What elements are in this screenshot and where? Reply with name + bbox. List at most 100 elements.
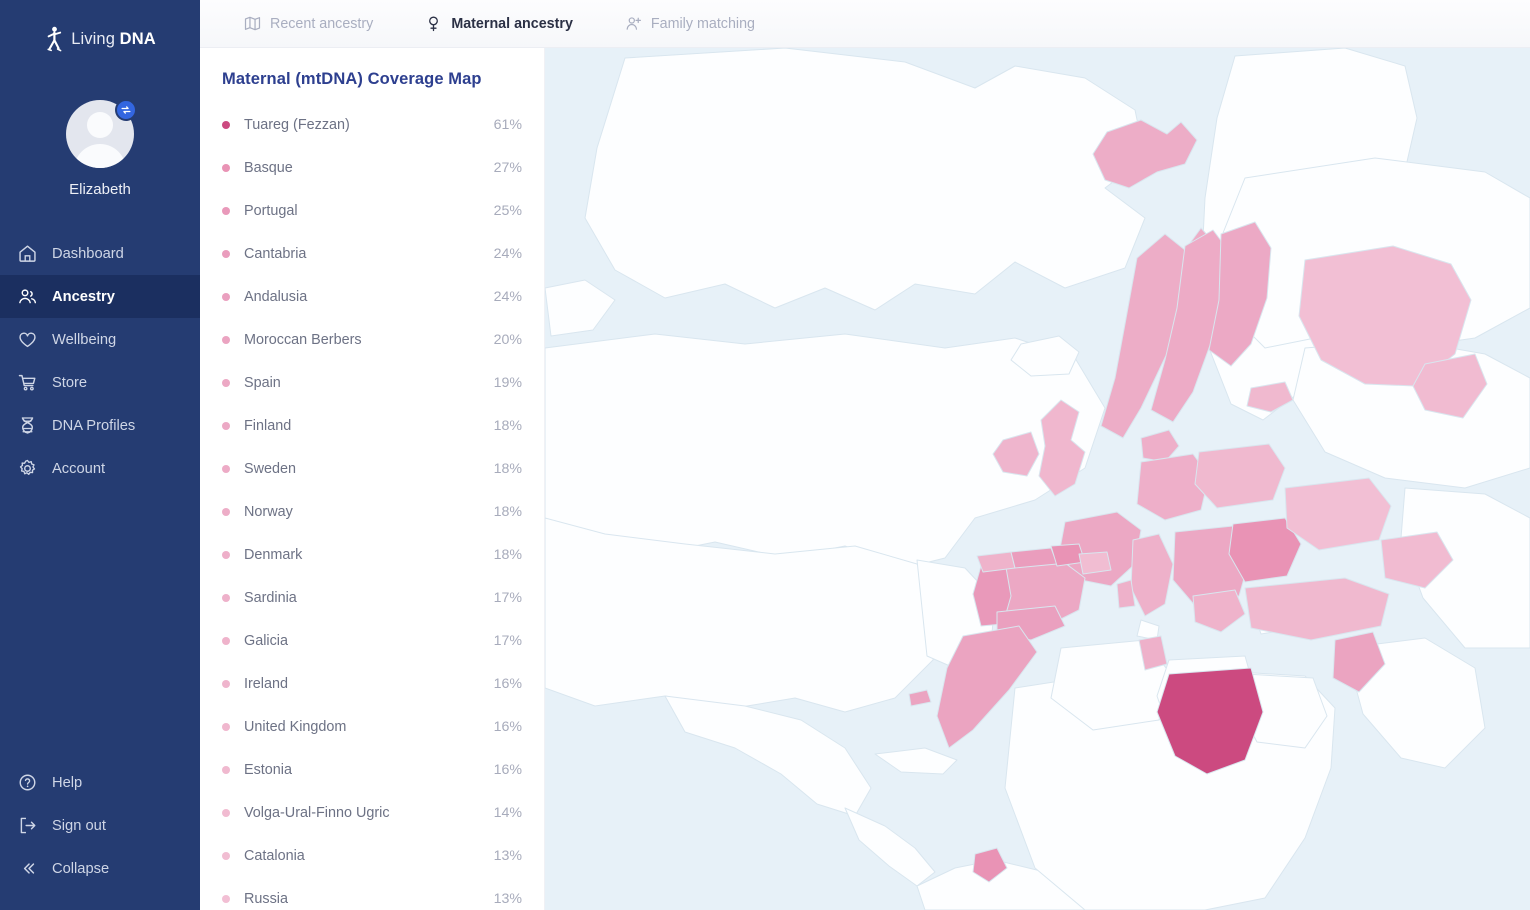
region-percent: 19% bbox=[493, 374, 522, 391]
sidebar-nav: Dashboard Ancestry Wellbeing Store DNA P… bbox=[0, 232, 200, 490]
coverage-row[interactable]: Russia 13% bbox=[222, 877, 522, 910]
region-percent: 20% bbox=[493, 331, 522, 348]
region-color-dot bbox=[222, 249, 230, 258]
coverage-row[interactable]: Ireland 16% bbox=[222, 662, 522, 705]
coverage-row[interactable]: Finland 18% bbox=[222, 404, 522, 447]
map-region-galicia[interactable] bbox=[976, 551, 1016, 573]
map-region-catalonia[interactable] bbox=[1078, 551, 1112, 575]
region-percent: 25% bbox=[493, 202, 522, 219]
sign-out-icon bbox=[20, 817, 36, 834]
region-color-dot bbox=[222, 378, 230, 387]
coverage-row[interactable]: Volga-Ural-Finno Ugric 14% bbox=[222, 791, 522, 834]
coverage-row[interactable]: Tuareg (Fezzan) 61% bbox=[222, 103, 522, 146]
region-color-dot bbox=[222, 851, 230, 860]
tab-recent-ancestry[interactable]: Recent ancestry bbox=[218, 0, 399, 48]
coverage-row[interactable]: Sweden 18% bbox=[222, 447, 522, 490]
sidebar-item-dashboard[interactable]: Dashboard bbox=[0, 232, 200, 275]
tab-family-matching[interactable]: Family matching bbox=[599, 0, 781, 48]
app-root: Living DNA Elizabeth Dashboard Ancestry … bbox=[0, 0, 1530, 910]
region-label: Russia bbox=[244, 890, 288, 907]
map-icon bbox=[244, 16, 261, 31]
sidebar-item-account[interactable]: Account bbox=[0, 447, 200, 490]
region-label: Volga-Ural-Finno Ugric bbox=[244, 804, 390, 821]
region-percent: 24% bbox=[493, 245, 522, 262]
content-area: Maternal (mtDNA) Coverage Map Tuareg (Fe… bbox=[200, 48, 1530, 910]
region-color-dot bbox=[222, 421, 230, 430]
sidebar-item-help[interactable]: Help bbox=[0, 761, 200, 804]
profile-block: Elizabeth bbox=[0, 99, 200, 198]
region-color-dot bbox=[222, 679, 230, 688]
coverage-row[interactable]: Portugal 25% bbox=[222, 189, 522, 232]
region-label: Sweden bbox=[244, 460, 297, 477]
page-title: Maternal (mtDNA) Coverage Map bbox=[222, 70, 482, 88]
coverage-row[interactable]: Andalusia 24% bbox=[222, 275, 522, 318]
home-icon bbox=[19, 245, 36, 262]
region-percent: 13% bbox=[493, 890, 522, 907]
sidebar-item-label: Account bbox=[52, 460, 106, 477]
coverage-row[interactable]: Norway 18% bbox=[222, 490, 522, 533]
map-region-poland-baltics[interactable] bbox=[1194, 443, 1286, 509]
sidebar-item-collapse[interactable]: Collapse bbox=[0, 847, 200, 890]
coverage-row[interactable]: Denmark 18% bbox=[222, 533, 522, 576]
sidebar-item-label: Store bbox=[52, 374, 88, 391]
avatar[interactable] bbox=[66, 99, 137, 168]
coverage-row[interactable]: Spain 19% bbox=[222, 361, 522, 404]
tab-label: Recent ancestry bbox=[270, 15, 374, 32]
coverage-row[interactable]: Estonia 16% bbox=[222, 748, 522, 791]
region-label: Finland bbox=[244, 417, 292, 434]
region-label: Estonia bbox=[244, 761, 292, 778]
tab-maternal-ancestry[interactable]: Maternal ancestry bbox=[399, 0, 599, 48]
sidebar-item-wellbeing[interactable]: Wellbeing bbox=[0, 318, 200, 361]
region-label: Ireland bbox=[244, 675, 289, 692]
map-region-canada-arctic bbox=[584, 48, 1146, 311]
region-label: Sardinia bbox=[244, 589, 297, 606]
sidebar-item-dna-profiles[interactable]: DNA Profiles bbox=[0, 404, 200, 447]
region-color-dot bbox=[222, 894, 230, 903]
region-color-dot bbox=[222, 464, 230, 473]
coverage-row[interactable]: Basque 27% bbox=[222, 146, 522, 189]
region-label: United Kingdom bbox=[244, 718, 347, 735]
brand-logo[interactable]: Living DNA bbox=[0, 0, 200, 72]
coverage-map[interactable] bbox=[545, 48, 1530, 910]
region-color-dot bbox=[222, 206, 230, 215]
switch-profile-icon[interactable] bbox=[115, 99, 137, 121]
region-percent: 17% bbox=[493, 632, 522, 649]
region-label: Portugal bbox=[244, 202, 298, 219]
coverage-row[interactable]: Catalonia 13% bbox=[222, 834, 522, 877]
region-percent: 14% bbox=[493, 804, 522, 821]
map-region-cantabria[interactable] bbox=[1010, 547, 1058, 569]
walking-person-icon bbox=[47, 26, 62, 52]
cart-icon bbox=[18, 374, 36, 391]
sidebar-item-label: Wellbeing bbox=[52, 331, 117, 348]
region-color-dot bbox=[222, 593, 230, 602]
region-label: Tuareg (Fezzan) bbox=[244, 116, 350, 133]
venus-icon bbox=[429, 16, 439, 32]
coverage-row[interactable]: Cantabria 24% bbox=[222, 232, 522, 275]
sidebar-item-store[interactable]: Store bbox=[0, 361, 200, 404]
coverage-row[interactable]: Moroccan Berbers 20% bbox=[222, 318, 522, 361]
sidebar-item-ancestry[interactable]: Ancestry bbox=[0, 275, 200, 318]
region-percent: 13% bbox=[493, 847, 522, 864]
coverage-row[interactable]: Sardinia 17% bbox=[222, 576, 522, 619]
region-label: Moroccan Berbers bbox=[244, 331, 362, 348]
region-color-dot bbox=[222, 120, 230, 129]
profile-name: Elizabeth bbox=[69, 181, 131, 198]
question-circle-icon bbox=[19, 774, 36, 791]
sidebar-item-label: Ancestry bbox=[52, 288, 115, 305]
region-color-dot bbox=[222, 507, 230, 516]
region-color-dot bbox=[222, 163, 230, 172]
sidebar: Living DNA Elizabeth Dashboard Ancestry … bbox=[0, 0, 200, 910]
sidebar-item-label: DNA Profiles bbox=[52, 417, 136, 434]
sidebar-item-sign-out[interactable]: Sign out bbox=[0, 804, 200, 847]
coverage-list-panel[interactable]: Maternal (mtDNA) Coverage Map Tuareg (Fe… bbox=[200, 48, 545, 910]
sidebar-item-label: Collapse bbox=[52, 860, 110, 877]
coverage-row[interactable]: Galicia 17% bbox=[222, 619, 522, 662]
region-percent: 17% bbox=[493, 589, 522, 606]
region-color-dot bbox=[222, 636, 230, 645]
coverage-row[interactable]: United Kingdom 16% bbox=[222, 705, 522, 748]
person-plus-icon bbox=[626, 17, 641, 30]
tab-bar: Recent ancestry Maternal ancestry Family… bbox=[200, 0, 1530, 48]
region-label: Denmark bbox=[244, 546, 303, 563]
region-percent: 16% bbox=[493, 675, 522, 692]
region-color-dot bbox=[222, 808, 230, 817]
